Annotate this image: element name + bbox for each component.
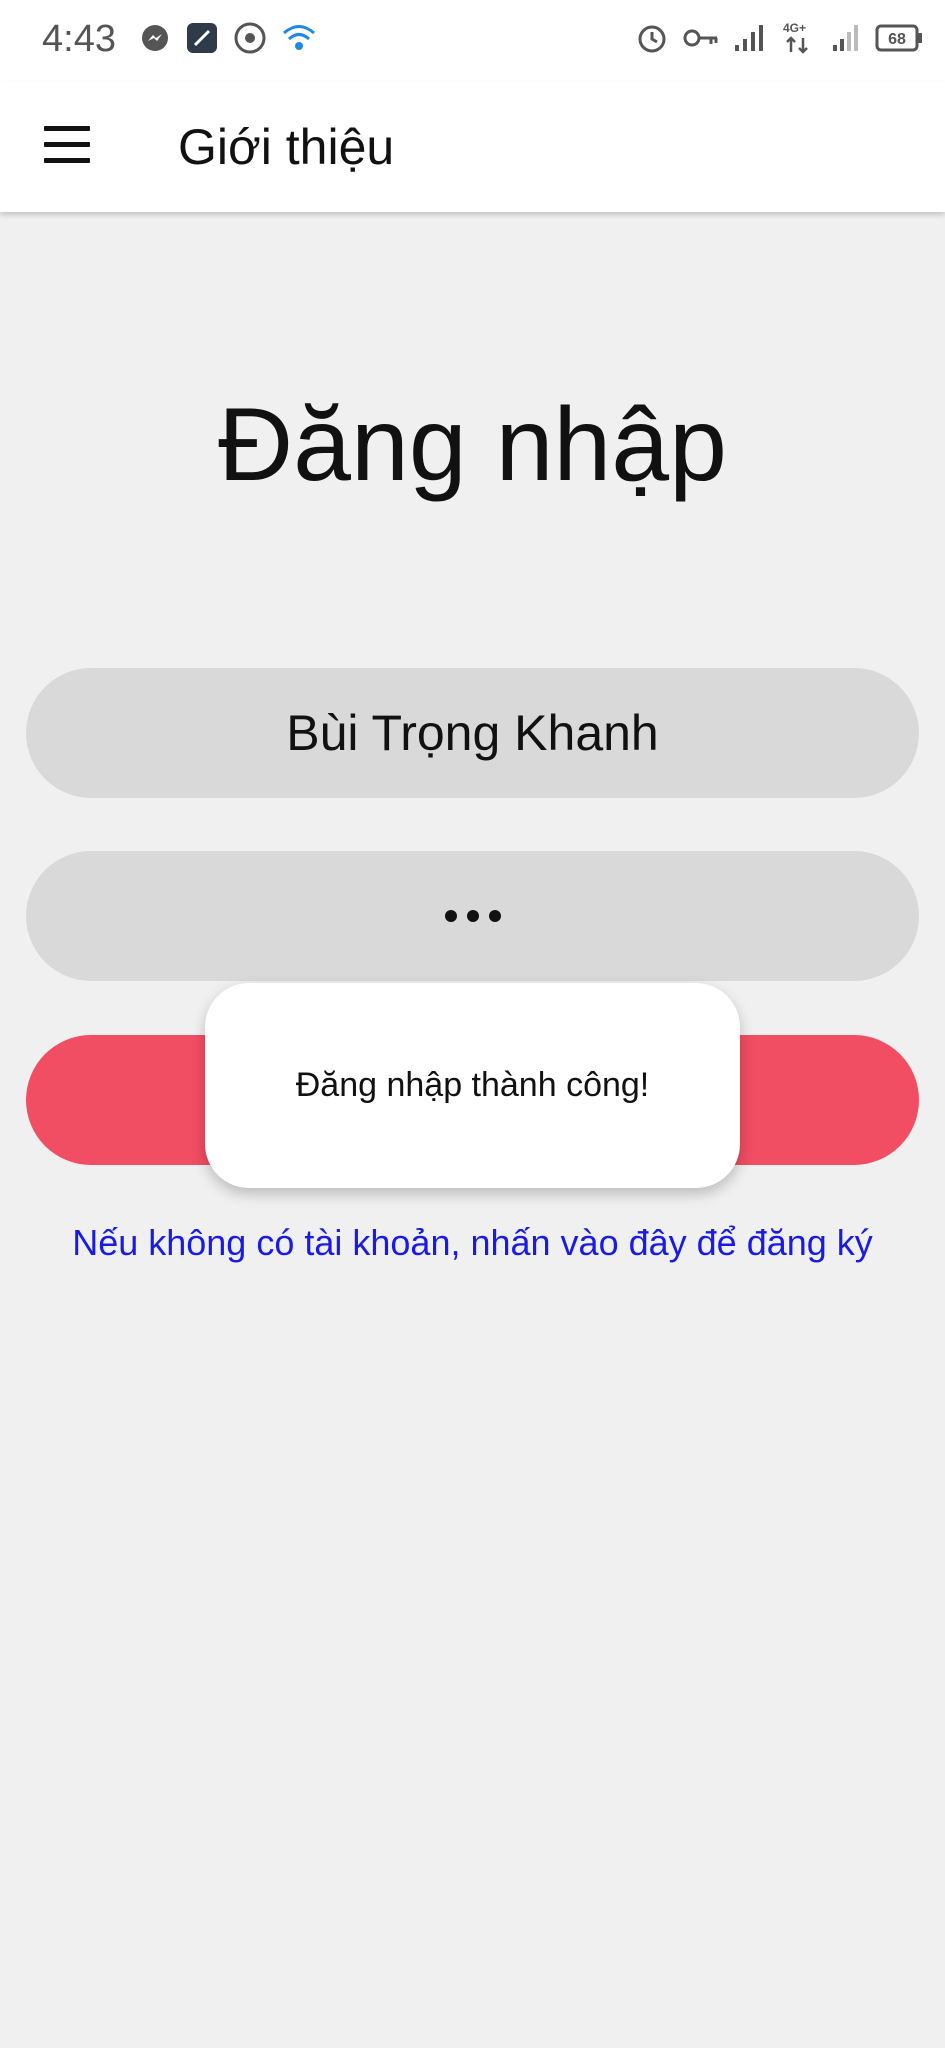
- register-link[interactable]: Nếu không có tài khoản, nhấn vào đây để …: [0, 1222, 945, 1264]
- password-mask-dot: [466, 910, 479, 922]
- username-value: Bùi Trọng Khanh: [286, 705, 659, 761]
- signal-4g-icon: 4G+: [781, 20, 817, 56]
- status-bar: 4:43 4G+ 68: [0, 0, 945, 82]
- password-mask-dot: [444, 910, 457, 922]
- app-toolbar: Giới thiệu: [0, 82, 945, 212]
- svg-text:68: 68: [888, 31, 906, 48]
- login-heading: Đăng nhập: [218, 387, 727, 503]
- hamburger-menu-icon[interactable]: [40, 120, 96, 176]
- svg-text:4G+: 4G+: [783, 21, 806, 35]
- password-mask-dot: [488, 910, 501, 922]
- app-icon: [186, 22, 218, 54]
- messenger-icon: [140, 22, 170, 54]
- chrome-icon: [234, 22, 266, 54]
- page-title: Giới thiệu: [178, 119, 395, 175]
- vpn-key-icon: [683, 26, 719, 50]
- password-field[interactable]: [26, 851, 919, 981]
- toast-message: Đăng nhập thành công!: [295, 1066, 650, 1104]
- alarm-icon: [635, 21, 669, 55]
- success-toast: Đăng nhập thành công!: [205, 983, 740, 1188]
- signal-icon: [733, 23, 767, 53]
- wifi-icon: [282, 22, 316, 54]
- username-field[interactable]: Bùi Trọng Khanh: [26, 668, 919, 798]
- status-time: 4:43: [42, 18, 116, 60]
- signal-icon-2: [831, 23, 861, 53]
- battery-icon: 68: [875, 23, 925, 53]
